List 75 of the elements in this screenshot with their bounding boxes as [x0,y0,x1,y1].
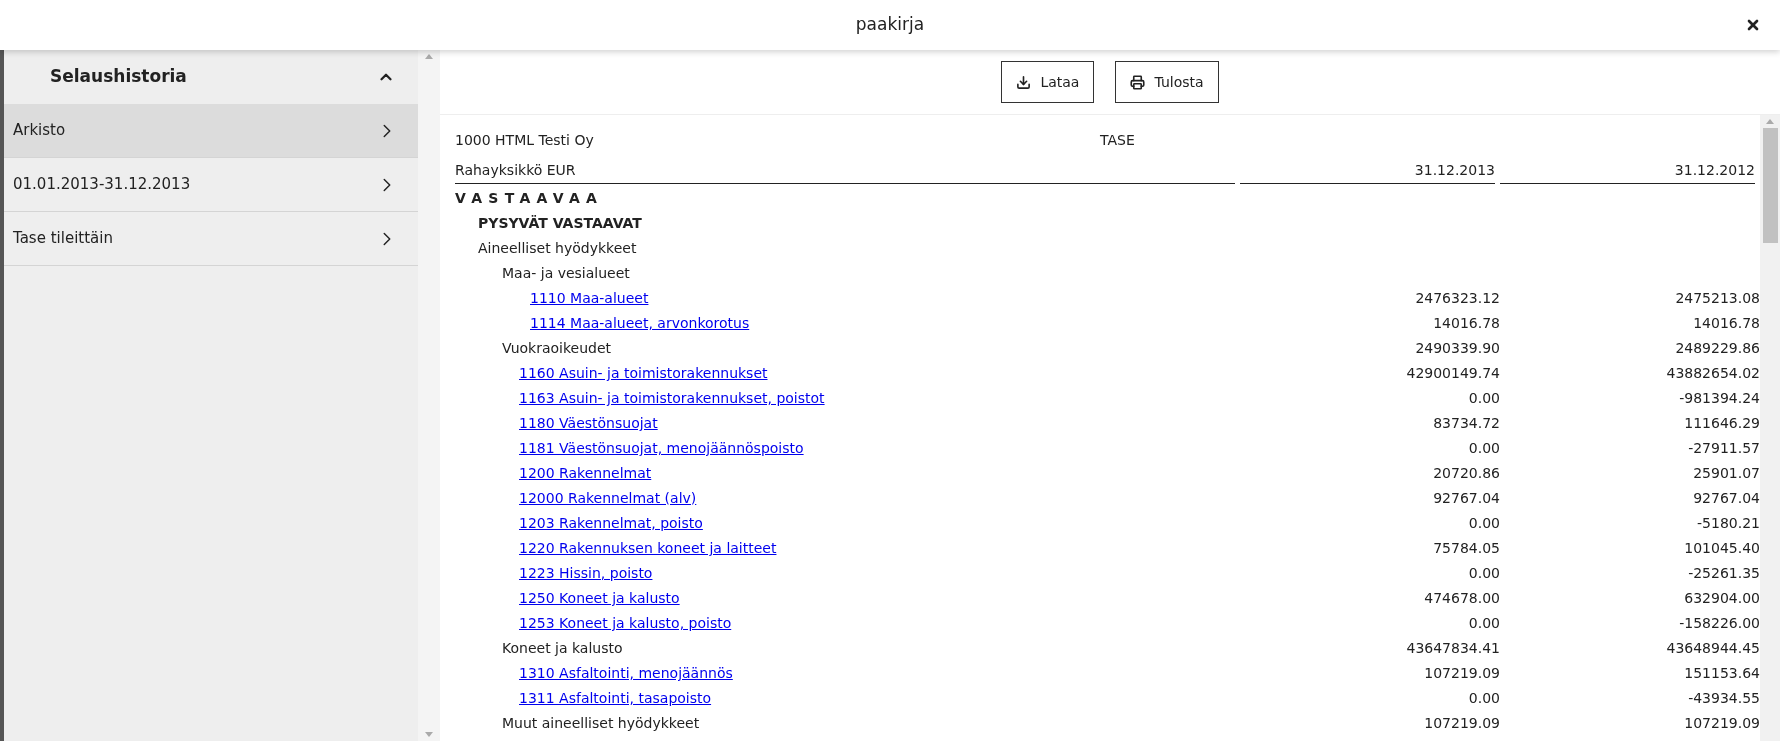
account-link[interactable]: 1200 Rakennelmat [519,465,652,481]
amount-cell: -25261.35 [1688,565,1760,581]
amount-cell: 151153.64 [1684,665,1760,681]
amount-cell: 632904.00 [1684,590,1760,606]
download-icon [1016,74,1032,90]
currency-label: Rahayksikkö EUR [455,162,576,178]
account-link[interactable]: 1311 Asfaltointi, tasapoisto [519,690,712,706]
sidebar-title: Selaushistoria [50,65,187,89]
section-heading: PYSYVÄT VASTAAVAT [478,215,642,231]
toolbar-button[interactable]: Tulosta [1115,61,1219,103]
account-link[interactable]: 1163 Asuin- ja toimistorakennukset, poistot [519,390,825,406]
account-link[interactable]: 1160 Asuin- ja toimistorakennukset [519,365,768,381]
account-link[interactable]: 1110 Maa-alueet [530,290,649,306]
amount-cell: 75784.05 [1433,540,1500,556]
amount-cell: 2476323.12 [1415,290,1500,306]
amount-cell: 101045.40 [1684,540,1760,556]
amount-cell: 25901.07 [1693,465,1760,481]
printer-icon [1130,74,1146,90]
company-name: 1000 HTML Testi Oy [455,132,594,148]
toolbar-button[interactable]: Lataa [1001,61,1095,103]
account-link[interactable]: 1203 Rakennelmat, poisto [519,515,703,531]
amount-cell: 42900149.74 [1406,365,1500,381]
amount-cell: -5180.21 [1697,515,1760,531]
group-label: Koneet ja kalusto [502,640,623,656]
account-link[interactable]: 12000 Rakennelmat (alv) [519,490,697,506]
amount-cell: -981394.24 [1679,390,1760,406]
amount-cell: 107219.09 [1424,665,1500,681]
amount-cell: 43648944.45 [1666,640,1760,656]
group-label: Maa- ja vesialueet [502,265,630,281]
amount-cell: 43882654.02 [1666,365,1760,381]
amount-cell: 2475213.08 [1675,290,1760,306]
account-link[interactable]: 1180 Väestönsuojat [519,415,658,431]
column-header: 31.12.2013 [1414,162,1495,178]
amount-cell: 92767.04 [1433,490,1500,506]
amount-cell: 0.00 [1468,615,1500,631]
amount-cell: 111646.29 [1684,415,1760,431]
account-link[interactable]: 1250 Koneet ja kalusto [519,590,680,606]
amount-cell: 107219.09 [1424,715,1500,731]
account-link[interactable]: 1253 Koneet ja kalusto, poisto [519,615,732,631]
amount-cell: -43934.55 [1688,690,1760,706]
account-link[interactable]: 1310 Asfaltointi, menojäännös [519,665,733,681]
amount-cell: 2490339.90 [1415,340,1500,356]
amount-cell: 0.00 [1468,565,1500,581]
amount-cell: 474678.00 [1424,590,1500,606]
column-header: 31.12.2012 [1674,162,1755,178]
group-label: Muut aineelliset hyödykkeet [502,715,700,731]
amount-cell: 2489229.86 [1675,340,1760,356]
account-link[interactable]: 1114 Maa-alueet, arvonkorotus [530,315,750,331]
amount-cell: 83734.72 [1433,415,1500,431]
amount-cell: 43647834.41 [1406,640,1500,656]
scroll-up-icon [425,54,433,59]
amount-cell: 14016.78 [1693,315,1760,331]
amount-cell: 0.00 [1468,440,1500,456]
history-item[interactable]: Arkisto [4,104,418,158]
amount-cell: 0.00 [1468,515,1500,531]
scroll-down-icon [425,732,433,737]
amount-cell: 0.00 [1468,390,1500,406]
amount-cell: 20720.86 [1433,465,1500,481]
amount-cell: 0.00 [1468,690,1500,706]
group-label: Vuokraoikeudet [502,340,612,356]
amount-cell: 92767.04 [1693,490,1760,506]
amount-cell: -158226.00 [1679,615,1760,631]
group-label: Aineelliset hyödykkeet [478,240,637,256]
amount-cell: 14016.78 [1433,315,1500,331]
account-link[interactable]: 1220 Rakennuksen koneet ja laitteet [519,540,777,556]
scroll-thumb[interactable] [1762,128,1778,243]
account-link[interactable]: 1181 Väestönsuojat, menojäännöspoisto [519,440,804,456]
close-icon [1745,17,1761,33]
section-title: VASTAAVAA [455,190,604,206]
account-link[interactable]: 1223 Hissin, poisto [519,565,653,581]
report-title: TASE [1100,131,1135,150]
amount-cell: -27911.57 [1688,440,1760,456]
dialog-title: paakirja [855,13,925,37]
scroll-up-icon [1766,119,1774,124]
amount-cell: 107219.09 [1684,715,1760,731]
